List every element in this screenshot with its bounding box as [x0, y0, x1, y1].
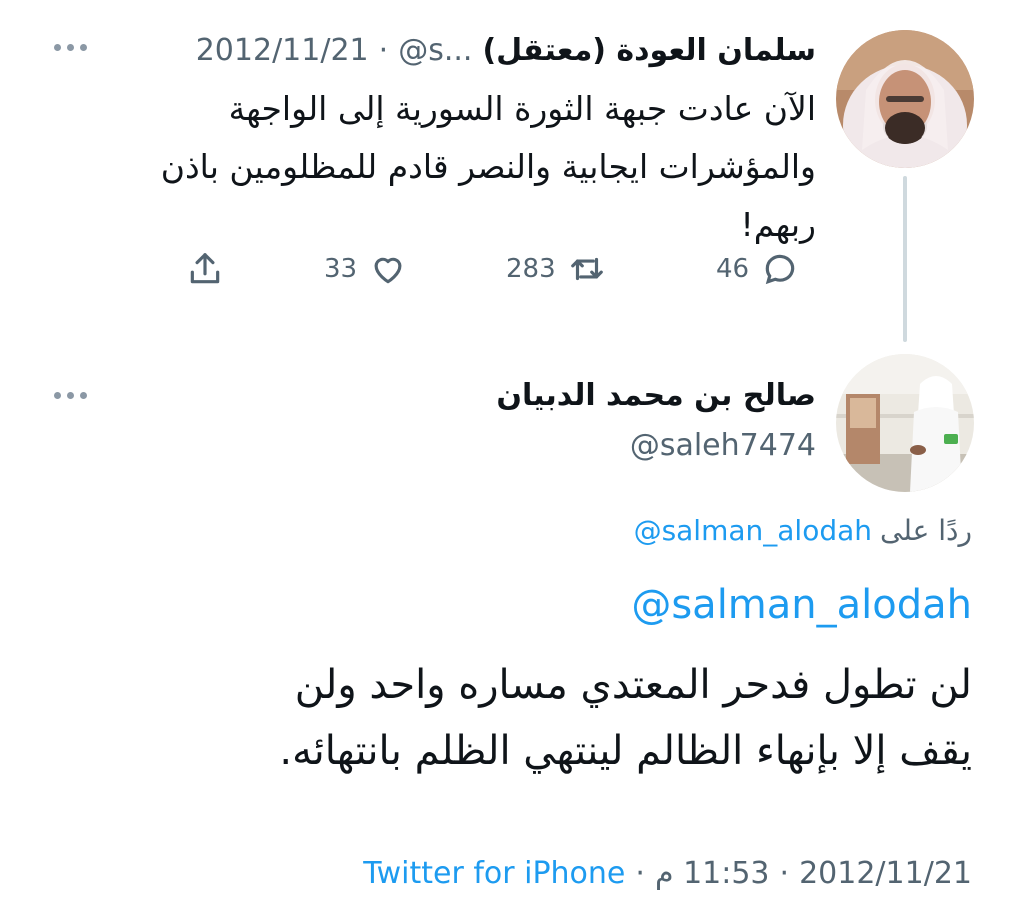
- avatar-salman[interactable]: [836, 30, 974, 168]
- parent-tweet-header: سلمان العودة (معتقل) @s... · 2012/11/21: [196, 30, 816, 70]
- avatar-salman-image: [836, 30, 974, 168]
- reply-time[interactable]: 11:53 م: [655, 856, 770, 891]
- reply-count: 46: [716, 254, 750, 284]
- replying-to: ردًا على @salman_alodah: [634, 514, 972, 547]
- reply-source[interactable]: Twitter for iPhone: [363, 856, 625, 891]
- retweet-icon: [570, 257, 603, 281]
- reply-meta-sep-1: ·: [779, 856, 790, 891]
- avatar-saleh-image: [836, 354, 974, 492]
- reply-tweet-text: لن تطول فدحر المعتدي مساره واحد ولن يقف …: [72, 652, 972, 784]
- like-icon: [374, 257, 402, 284]
- parent-display-name[interactable]: سلمان العودة (معتقل): [482, 33, 816, 68]
- parent-more-icon[interactable]: [54, 44, 87, 51]
- parent-separator: ·: [378, 32, 389, 68]
- reply-action[interactable]: 46: [716, 250, 799, 288]
- retweet-count: 283: [506, 254, 556, 284]
- reply-more-icon[interactable]: [54, 392, 87, 399]
- reply-handle[interactable]: @saleh7474: [630, 428, 816, 463]
- thread-line: [903, 176, 907, 342]
- parent-handle[interactable]: @s...: [398, 33, 472, 68]
- share-action[interactable]: [186, 250, 224, 288]
- share-icon: [190, 253, 220, 284]
- reply-text-line-1: لن تطول فدحر المعتدي مساره واحد ولن: [294, 662, 972, 708]
- parent-date[interactable]: 2012/11/21: [196, 33, 369, 68]
- like-action[interactable]: 33: [324, 250, 407, 288]
- parent-text-line-1: الآن عادت جبهة الثورة السورية إلى الواجه…: [228, 89, 816, 128]
- reply-date[interactable]: 2012/11/21: [799, 856, 972, 891]
- replying-to-handle[interactable]: @salman_alodah: [634, 514, 872, 547]
- reply-text-line-2: يقف إلا بإنهاء الظالم لينتهي الظلم بانته…: [279, 728, 972, 774]
- reply-mention[interactable]: @salman_alodah: [631, 582, 972, 628]
- retweet-action[interactable]: 283: [506, 250, 606, 288]
- parent-text-line-2: والمؤشرات ايجابية والنصر قادم للمظلومين …: [160, 147, 816, 186]
- reply-meta-sep-2: ·: [635, 856, 645, 891]
- reply-icon: [765, 254, 795, 285]
- parent-text-line-3: ربهم!: [740, 205, 816, 244]
- reply-meta: 2012/11/21 · 11:53 م · Twitter for iPhon…: [363, 856, 972, 891]
- reply-display-name[interactable]: صالح بن محمد الدبيان: [496, 378, 816, 413]
- avatar-saleh[interactable]: [836, 354, 974, 492]
- parent-tweet-text: الآن عادت جبهة الثورة السورية إلى الواجه…: [76, 80, 816, 254]
- like-count: 33: [324, 254, 358, 284]
- replying-prefix: ردًا على: [880, 514, 972, 547]
